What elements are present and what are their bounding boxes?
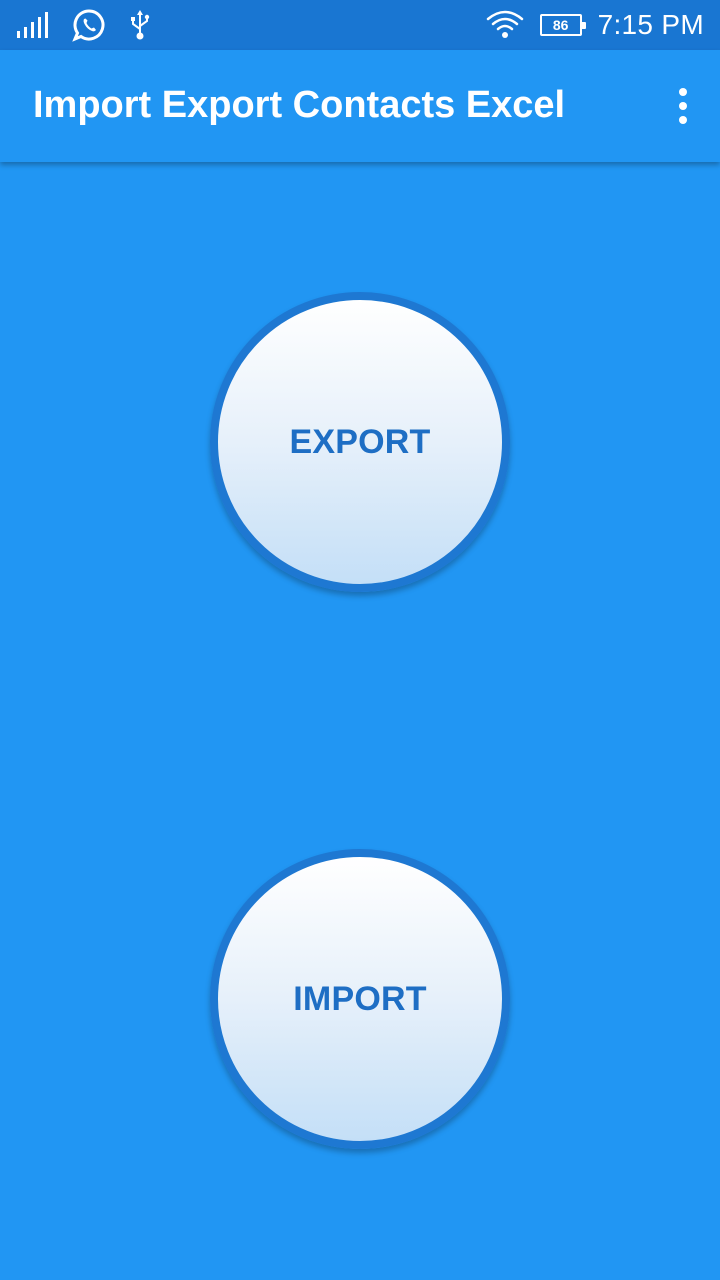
usb-icon	[128, 9, 152, 41]
export-button[interactable]: EXPORT	[210, 292, 510, 592]
status-right-icons: 86 7:15 PM	[486, 8, 704, 42]
whatsapp-icon	[72, 8, 106, 42]
overflow-menu-icon[interactable]	[672, 88, 694, 124]
status-left-icons	[16, 8, 152, 42]
battery-icon: 86	[539, 14, 586, 36]
import-button[interactable]: IMPORT	[210, 849, 510, 1149]
wifi-icon	[486, 9, 524, 41]
menu-dot	[679, 116, 687, 124]
battery-level: 86	[552, 17, 569, 33]
status-bar: 86 7:15 PM	[0, 0, 720, 50]
menu-dot	[679, 102, 687, 110]
status-clock: 7:15 PM	[597, 9, 704, 40]
menu-dot	[679, 88, 687, 96]
main-content: EXPORT IMPORT	[0, 162, 720, 1280]
app-title: Import Export Contacts Excel	[33, 84, 566, 126]
export-button-label: EXPORT	[289, 422, 431, 461]
import-button-label: IMPORT	[293, 979, 427, 1018]
signal-icon	[16, 11, 50, 39]
app-bar: Import Export Contacts Excel	[0, 50, 720, 162]
